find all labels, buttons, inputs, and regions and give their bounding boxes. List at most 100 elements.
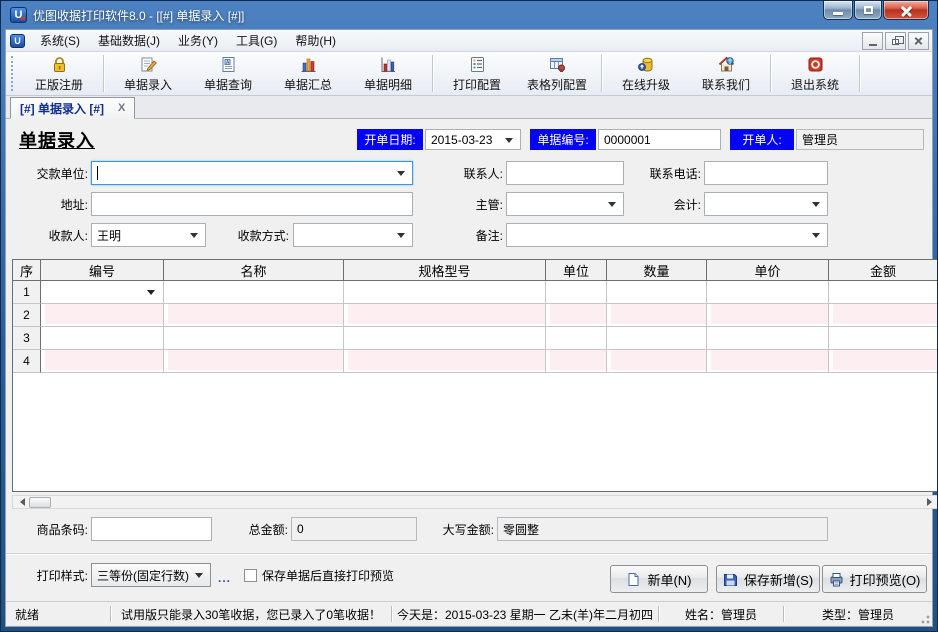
toolbar-column-config-button[interactable]: 表格列配置 — [517, 52, 597, 95]
spec-cell[interactable] — [344, 350, 546, 373]
total-label: 总金额: — [218, 517, 288, 541]
scrollbar-thumb[interactable] — [29, 497, 51, 508]
payment-method-combobox[interactable] — [293, 223, 413, 247]
toolbar-separator — [103, 55, 104, 92]
toolbar-contact-button[interactable]: 联系我们 — [686, 52, 766, 95]
code-cell[interactable] — [41, 304, 164, 327]
tab-close-icon[interactable]: X — [118, 102, 125, 114]
spec-cell[interactable] — [344, 327, 546, 350]
print-config-icon — [468, 55, 487, 74]
price-cell[interactable] — [707, 350, 829, 373]
unit-cell[interactable] — [546, 327, 607, 350]
code-cell-combobox[interactable] — [41, 281, 164, 304]
toolbar-print-config-button[interactable]: 打印配置 — [437, 52, 517, 95]
name-cell[interactable] — [164, 350, 344, 373]
title-bar: U 优图收据打印软件8.0 - [[#] 单据录入 [#]] — [1, 1, 937, 29]
menu-system[interactable]: 系统(S) — [31, 30, 89, 51]
code-cell[interactable] — [41, 350, 164, 373]
amount-cell[interactable] — [829, 281, 938, 304]
mdi-child-icon: U — [10, 34, 25, 48]
toolbar-register-button[interactable]: 正版注册 — [19, 52, 99, 95]
operator-field: 管理员 — [796, 129, 924, 150]
minimize-button[interactable] — [823, 1, 853, 20]
price-cell[interactable] — [707, 281, 829, 304]
col-qty: 数量 — [607, 260, 707, 281]
toolbar-query-button[interactable]: A 单据查询 — [188, 52, 268, 95]
mdi-restore-button[interactable] — [885, 32, 906, 50]
payee-combobox[interactable]: 王明 — [91, 223, 206, 247]
toolbar-upgrade-button[interactable]: 在线升级 — [606, 52, 686, 95]
maximize-button[interactable] — [854, 1, 882, 20]
page-title: 单据录入 — [19, 127, 95, 153]
date-combobox[interactable]: 2015-03-23 — [425, 129, 521, 150]
remark-combobox[interactable] — [506, 223, 828, 247]
text-caret — [97, 166, 98, 180]
menu-help[interactable]: 帮助(H) — [286, 30, 345, 51]
status-bar: 就绪 试用版只能录入30笔收据，您已录入了0笔收据！ 今天是：2015-03-2… — [6, 601, 932, 626]
status-user-type: 类型：管理员 — [784, 602, 932, 626]
amount-cell[interactable] — [829, 350, 938, 373]
unit-cell[interactable] — [546, 304, 607, 327]
payee-label: 收款人: — [10, 223, 88, 247]
unit-cell[interactable] — [546, 281, 607, 304]
app-window: U 优图收据打印软件8.0 - [[#] 单据录入 [#]] U 系统(S) 基… — [0, 0, 938, 632]
spec-cell[interactable] — [344, 281, 546, 304]
contact-icon — [717, 55, 736, 74]
manager-combobox[interactable] — [506, 192, 624, 216]
close-button[interactable] — [883, 1, 929, 20]
resize-grip-icon[interactable] — [919, 613, 931, 625]
name-cell[interactable] — [164, 281, 344, 304]
number-input[interactable]: 0000001 — [598, 129, 721, 150]
spec-cell[interactable] — [344, 304, 546, 327]
unit-cell[interactable] — [546, 350, 607, 373]
menu-business[interactable]: 业务(Y) — [169, 30, 227, 51]
contact-input[interactable] — [506, 161, 624, 185]
qty-cell[interactable] — [607, 350, 707, 373]
phone-input[interactable] — [704, 161, 828, 185]
mdi-minimize-button[interactable] — [862, 32, 883, 50]
accountant-combobox[interactable] — [704, 192, 828, 216]
toolbar-exit-button[interactable]: 退出系统 — [775, 52, 855, 95]
table-header-row: 序 编号 名称 规格型号 单位 数量 单价 金额 — [13, 260, 938, 281]
save-icon — [723, 572, 738, 587]
amount-cell[interactable] — [829, 327, 938, 350]
menu-tools[interactable]: 工具(G) — [227, 30, 286, 51]
mdi-close-button[interactable] — [908, 32, 929, 50]
barcode-label: 商品条码: — [10, 517, 88, 541]
horizontal-scrollbar[interactable] — [12, 495, 938, 509]
toolbar-entry-button[interactable]: 单据录入 — [108, 52, 188, 95]
code-cell[interactable] — [41, 327, 164, 350]
print-after-save-checkbox[interactable] — [244, 569, 257, 582]
name-cell[interactable] — [164, 327, 344, 350]
barcode-input[interactable] — [91, 517, 212, 541]
tab-receipt-entry[interactable]: [#] 单据录入 [#] X — [10, 97, 135, 119]
print-preview-button[interactable]: 打印预览(O) — [822, 565, 927, 593]
payer-combobox[interactable] — [91, 161, 413, 185]
toolbar-detail-button[interactable]: 单据明细 — [348, 52, 428, 95]
qty-cell[interactable] — [607, 281, 707, 304]
scroll-left-icon[interactable] — [13, 496, 27, 508]
address-input[interactable] — [91, 192, 413, 216]
name-cell[interactable] — [164, 304, 344, 327]
toolbar-grip[interactable] — [11, 56, 16, 91]
chevron-down-icon[interactable] — [147, 290, 155, 299]
new-document-icon — [626, 572, 641, 587]
qty-cell[interactable] — [607, 304, 707, 327]
table-row: 4 — [13, 350, 938, 373]
col-name: 名称 — [164, 260, 344, 281]
price-cell[interactable] — [707, 304, 829, 327]
toolbar: 正版注册 单据录入 A 单据查询 单据汇总 单据明细 打印配置 — [6, 52, 932, 96]
menu-base-data[interactable]: 基础数据(J) — [89, 30, 169, 51]
chart-detail-icon — [379, 55, 398, 74]
price-cell[interactable] — [707, 327, 829, 350]
save-new-button[interactable]: 保存新增(S) — [716, 565, 820, 593]
more-options-button[interactable]: ... — [218, 571, 231, 585]
toolbar-summary-button[interactable]: 单据汇总 — [268, 52, 348, 95]
scroll-right-icon[interactable] — [924, 496, 938, 508]
print-style-combobox[interactable]: 三等份(固定行数) — [91, 563, 211, 587]
tab-bar: [#] 单据录入 [#] X — [6, 96, 932, 119]
table-row: 3 — [13, 327, 938, 350]
new-receipt-button[interactable]: 新单(N) — [610, 565, 708, 593]
amount-cell[interactable] — [829, 304, 938, 327]
qty-cell[interactable] — [607, 327, 707, 350]
